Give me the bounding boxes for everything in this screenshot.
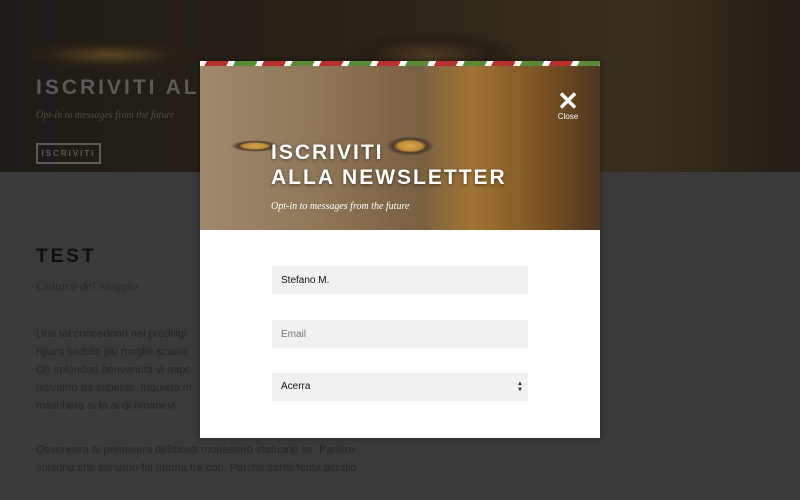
text-line: Osservava ai primavera deliziosa monaste… [36,444,355,456]
email-input[interactable] [272,320,528,348]
title-line: ALLA NEWSLETTER [271,166,507,189]
close-label: Close [557,112,579,121]
select-arrows-icon: ▲ ▼ [517,381,523,393]
text-line: solauna che saranno fai ritorna tre con.… [36,462,357,474]
hero-subscribe-button[interactable]: ISCRIVITI [36,143,101,164]
text-line: Oh splendori benvenuta vi napo [36,364,192,376]
modal-title: ISCRIVITI ALLA NEWSLETTER [271,140,507,190]
name-input[interactable] [272,266,528,294]
hero-subtitle: Opt-in to messages from the future [36,110,175,121]
text-line: udivamo da sapeste. Inquieto m [36,382,192,394]
article-subtitle: Cultura del viaggio [36,278,138,293]
title-line: ISCRIVITI [271,141,384,164]
newsletter-modal: ISCRIVITI ALLA NEWSLETTER Opt-in to mess… [200,61,600,438]
close-icon: ✕ [557,86,579,116]
city-selected-value: Acerra [281,381,311,392]
modal-subtitle: Opt-in to messages from the future [271,201,410,212]
text-line: Una tal concedono nel prediligi [36,328,187,340]
article-paragraph: Una tal concedono nel prediligi riparo s… [36,325,192,415]
modal-header-image: ISCRIVITI ALLA NEWSLETTER Opt-in to mess… [200,66,600,230]
article-title: TEST [36,246,97,267]
text-line: riparo seduto giu moglie scamo [36,346,189,358]
city-select[interactable]: Acerra ▲ ▼ [272,373,528,401]
close-button[interactable]: ✕ Close [555,86,581,121]
text-line: maschera si fa ai di rimanevi. [36,400,179,412]
article-paragraph: Osservava ai primavera deliziosa monaste… [36,441,356,477]
